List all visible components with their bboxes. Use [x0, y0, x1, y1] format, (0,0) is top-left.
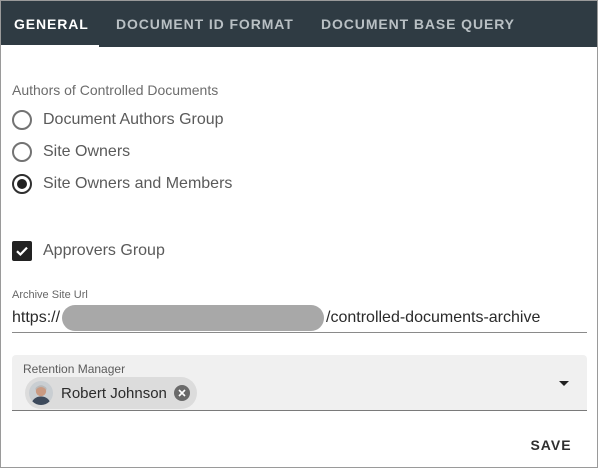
retention-manager-label: Retention Manager [23, 362, 126, 376]
url-prefix: https:// [12, 308, 61, 326]
radio-button-selected[interactable] [12, 174, 32, 194]
active-tab-indicator [1, 45, 99, 47]
authors-section-label: Authors of Controlled Documents [12, 82, 219, 98]
url-suffix: /controlled-documents-archive [326, 308, 541, 326]
tab-document-base-query[interactable]: DOCUMENT BASE QUERY [321, 1, 515, 47]
radio-document-authors-group[interactable]: Document Authors Group [12, 108, 224, 132]
tab-bar: GENERAL DOCUMENT ID FORMAT DOCUMENT BASE… [1, 1, 597, 47]
radio-site-owners[interactable]: Site Owners [12, 140, 130, 164]
approvers-group-label: Approvers Group [43, 242, 165, 259]
retention-manager-select[interactable]: Retention Manager Robert Johnson [12, 355, 587, 411]
radio-button[interactable] [12, 142, 32, 162]
radio-button[interactable] [12, 110, 32, 130]
radio-site-owners-and-members[interactable]: Site Owners and Members [12, 172, 232, 196]
user-chip-name: Robert Johnson [61, 384, 167, 402]
close-circle-icon[interactable] [173, 385, 190, 401]
tab-document-id-format[interactable]: DOCUMENT ID FORMAT [116, 1, 294, 47]
save-button[interactable]: SAVE [521, 429, 581, 461]
archive-site-url-input[interactable]: https:// /controlled-documents-archive [12, 303, 587, 333]
radio-label: Document Authors Group [43, 111, 224, 128]
redacted-hostname [62, 304, 325, 331]
user-chip: Robert Johnson [25, 377, 197, 409]
approvers-group-checkbox-row[interactable]: Approvers Group [12, 239, 165, 263]
check-icon [16, 246, 28, 257]
settings-panel: GENERAL DOCUMENT ID FORMAT DOCUMENT BASE… [0, 0, 598, 468]
tab-general[interactable]: GENERAL [14, 1, 89, 47]
user-avatar [29, 381, 53, 405]
archive-site-url-label: Archive Site Url [12, 289, 88, 301]
radio-label: Site Owners [43, 143, 131, 160]
caret-down-icon[interactable] [559, 381, 569, 386]
approvers-group-checkbox[interactable] [12, 241, 32, 261]
radio-label: Site Owners and Members [43, 175, 233, 192]
